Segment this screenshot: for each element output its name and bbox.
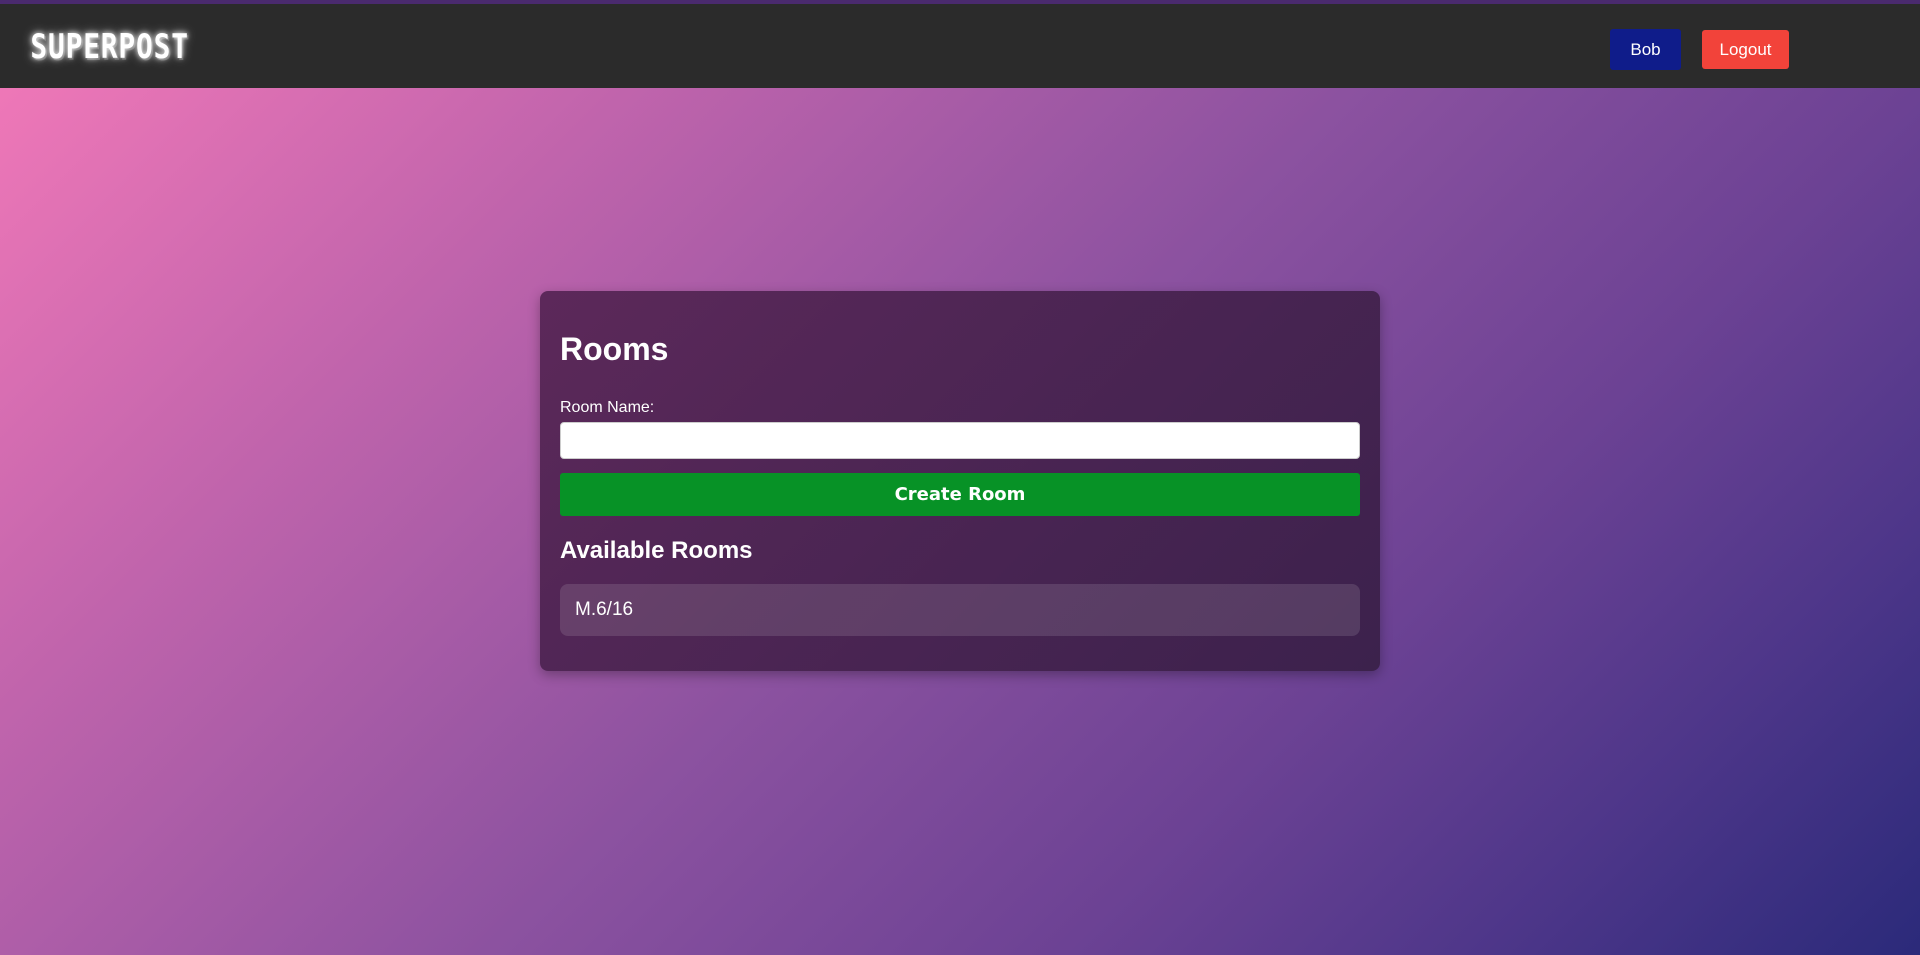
room-list: M.6/16	[560, 584, 1360, 646]
top-navbar: SUPERPOST Bob Logout	[0, 0, 1920, 88]
rooms-card: Rooms Room Name: Create Room Available R…	[540, 291, 1380, 671]
create-room-button[interactable]: Create Room	[560, 473, 1360, 516]
logo-text: SUPERPOST	[30, 27, 190, 67]
logout-button[interactable]: Logout	[1702, 30, 1789, 69]
available-rooms-title: Available Rooms	[560, 537, 753, 564]
user-button[interactable]: Bob	[1610, 29, 1681, 70]
room-name-label: Room Name:	[560, 399, 655, 416]
room-item[interactable]: M.6/16	[560, 584, 1360, 636]
room-name-input[interactable]	[560, 422, 1360, 459]
rooms-title: Rooms	[560, 331, 669, 367]
superpost-logo[interactable]: SUPERPOST	[24, 20, 196, 74]
